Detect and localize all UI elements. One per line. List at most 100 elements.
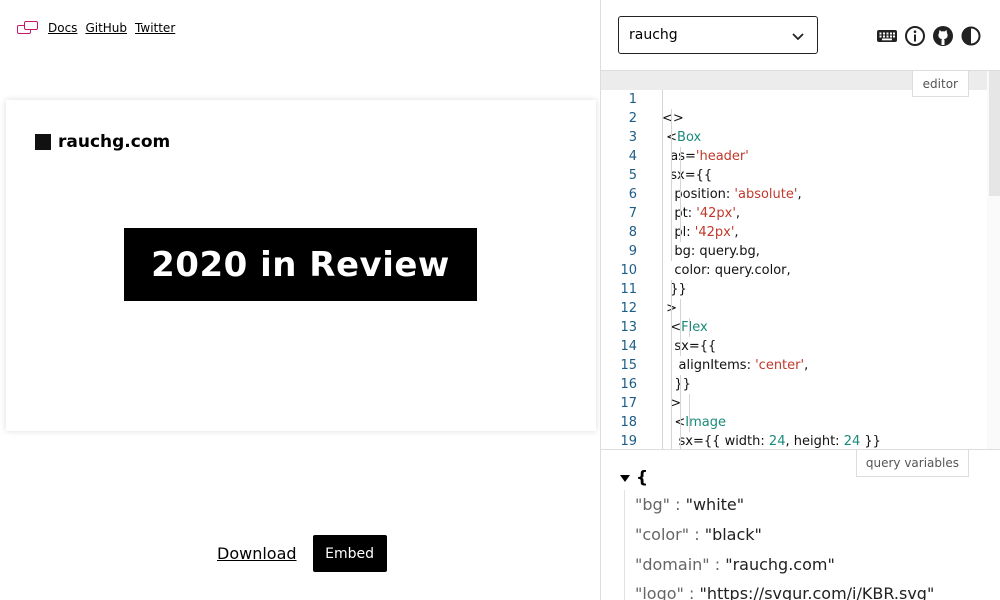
variable-key: "logo" <box>635 584 684 600</box>
indent-guide <box>671 147 672 166</box>
indent-guide <box>662 375 663 394</box>
nav-link-twitter[interactable]: Twitter <box>135 18 175 38</box>
tree-guide <box>624 490 625 600</box>
preview-card: rauchg.com 2020 in Review <box>6 100 596 431</box>
variable-row[interactable]: "domain" : "rauchg.com" <box>635 555 835 574</box>
indent-guide <box>680 204 681 223</box>
indent-guide <box>671 185 672 204</box>
embed-button[interactable]: Embed <box>312 535 387 572</box>
keyboard-icon[interactable] <box>875 24 899 48</box>
indent-guide <box>671 166 672 185</box>
logo-icon[interactable] <box>17 20 40 36</box>
indent-guide <box>671 413 672 432</box>
code-line[interactable]: 19 src={query.logo} <box>601 413 987 449</box>
code-line[interactable]: 20 /> <box>601 432 987 449</box>
variable-row[interactable]: "logo" : "https://svgur.com/i/KBR.svg" <box>635 584 934 600</box>
download-link[interactable]: Download <box>217 544 297 563</box>
variable-value[interactable]: "rauchg.com" <box>725 555 835 574</box>
variable-row[interactable]: "bg" : "white" <box>635 495 744 514</box>
indent-guide <box>671 337 672 356</box>
indent-guide <box>671 394 672 413</box>
indent-guide <box>671 318 672 337</box>
preview-pane: Docs GitHub Twitter rauchg.com 2020 in R… <box>0 0 600 600</box>
indent-guide <box>671 299 672 318</box>
code-line[interactable]: 6 pt: '42px', <box>601 166 987 221</box>
indent-guide <box>662 185 663 204</box>
editor-scrollbar[interactable] <box>987 71 1000 449</box>
indent-guide <box>680 166 681 185</box>
indent-guide <box>662 128 663 147</box>
code-line[interactable]: 7 pl: '42px', <box>601 185 987 240</box>
indent-guide <box>689 413 690 432</box>
indent-guide <box>680 299 681 318</box>
top-nav: Docs GitHub Twitter <box>17 18 183 38</box>
editor-pane: rauchg editor 1 <> 2 <Box 3 as='header' … <box>600 0 1000 600</box>
nav-link-github[interactable]: GitHub <box>85 18 127 38</box>
code-line[interactable]: 10 }} <box>601 242 987 297</box>
indent-guide <box>671 204 672 223</box>
toolbar-icons <box>875 24 983 48</box>
template-select[interactable]: rauchg <box>618 16 818 54</box>
code-line[interactable]: 8 bg: query.bg, <box>601 204 987 259</box>
variable-key: "domain" <box>635 555 710 574</box>
indent-guide <box>671 432 672 449</box>
code-line[interactable]: 17 <Image <box>601 375 987 430</box>
code-line[interactable]: 3 as='header' <box>601 109 987 164</box>
code-line[interactable]: 16 > <box>601 356 987 411</box>
indent-guide <box>680 337 681 356</box>
template-select-value: rauchg <box>629 27 678 43</box>
variable-value[interactable]: "https://svgur.com/i/KBR.svg" <box>699 584 934 600</box>
scrollbar-thumb[interactable] <box>989 71 1000 196</box>
editor-toolbar: rauchg <box>601 0 1000 71</box>
indent-guide <box>671 356 672 375</box>
indent-guide <box>662 299 663 318</box>
code-line[interactable]: 13 sx={{ <box>601 299 987 354</box>
code-line[interactable]: 5 position: 'absolute', <box>601 147 987 202</box>
indent-guide <box>680 147 681 166</box>
indent-guide <box>662 318 663 337</box>
caret-down-icon <box>620 474 630 482</box>
code-line[interactable]: 9 color: query.color, <box>601 223 987 278</box>
info-icon[interactable] <box>903 24 927 48</box>
indent-guide <box>689 318 690 337</box>
variable-row[interactable]: "color" : "black" <box>635 525 762 544</box>
chevron-down-icon <box>792 33 804 41</box>
vars-collapse-toggle[interactable]: { <box>620 468 648 488</box>
indent-guide <box>671 242 672 261</box>
indent-guide <box>671 109 672 128</box>
app-root: Docs GitHub Twitter rauchg.com 2020 in R… <box>0 0 1000 600</box>
indent-guide <box>671 280 672 299</box>
card-title-box: 2020 in Review <box>124 228 477 301</box>
indent-guide <box>680 185 681 204</box>
nav-link-docs[interactable]: Docs <box>48 18 77 38</box>
indent-guide <box>662 356 663 375</box>
variable-value[interactable]: "black" <box>705 525 762 544</box>
code-line[interactable]: 15 }} <box>601 337 987 392</box>
indent-guide <box>671 375 672 394</box>
code-editor[interactable]: editor 1 <> 2 <Box 3 as='header' 4 sx={{… <box>601 71 1000 449</box>
code-line[interactable]: 4 sx={{ <box>601 128 987 183</box>
query-variables-label: query variables <box>855 450 969 477</box>
variable-value[interactable]: "white" <box>686 495 745 514</box>
code-line[interactable]: 11 > <box>601 261 987 316</box>
indent-guide <box>662 204 663 223</box>
indent-guide <box>680 318 681 337</box>
indent-guide <box>662 394 663 413</box>
query-variables-panel: query variables { "bg" : "white" "color"… <box>601 449 1000 600</box>
indent-guide <box>680 432 681 449</box>
contrast-icon[interactable] <box>959 24 983 48</box>
indent-guide <box>689 394 690 413</box>
editor-label: editor <box>911 71 969 97</box>
card-header: rauchg.com <box>35 132 170 152</box>
indent-guide <box>662 432 663 449</box>
code-line[interactable]: 12 <Flex <box>601 280 987 335</box>
code-line[interactable]: 18 sx={{ width: 24, height: 24 }} <box>601 394 987 449</box>
github-icon[interactable] <box>931 24 955 48</box>
indent-guide <box>680 223 681 242</box>
actions: Download Embed <box>217 535 387 572</box>
indent-guide <box>662 337 663 356</box>
card-title: 2020 in Review <box>151 244 450 285</box>
indent-guide <box>662 166 663 185</box>
indent-guide <box>680 413 681 432</box>
code-line[interactable]: 14 alignItems: 'center', <box>601 318 987 373</box>
